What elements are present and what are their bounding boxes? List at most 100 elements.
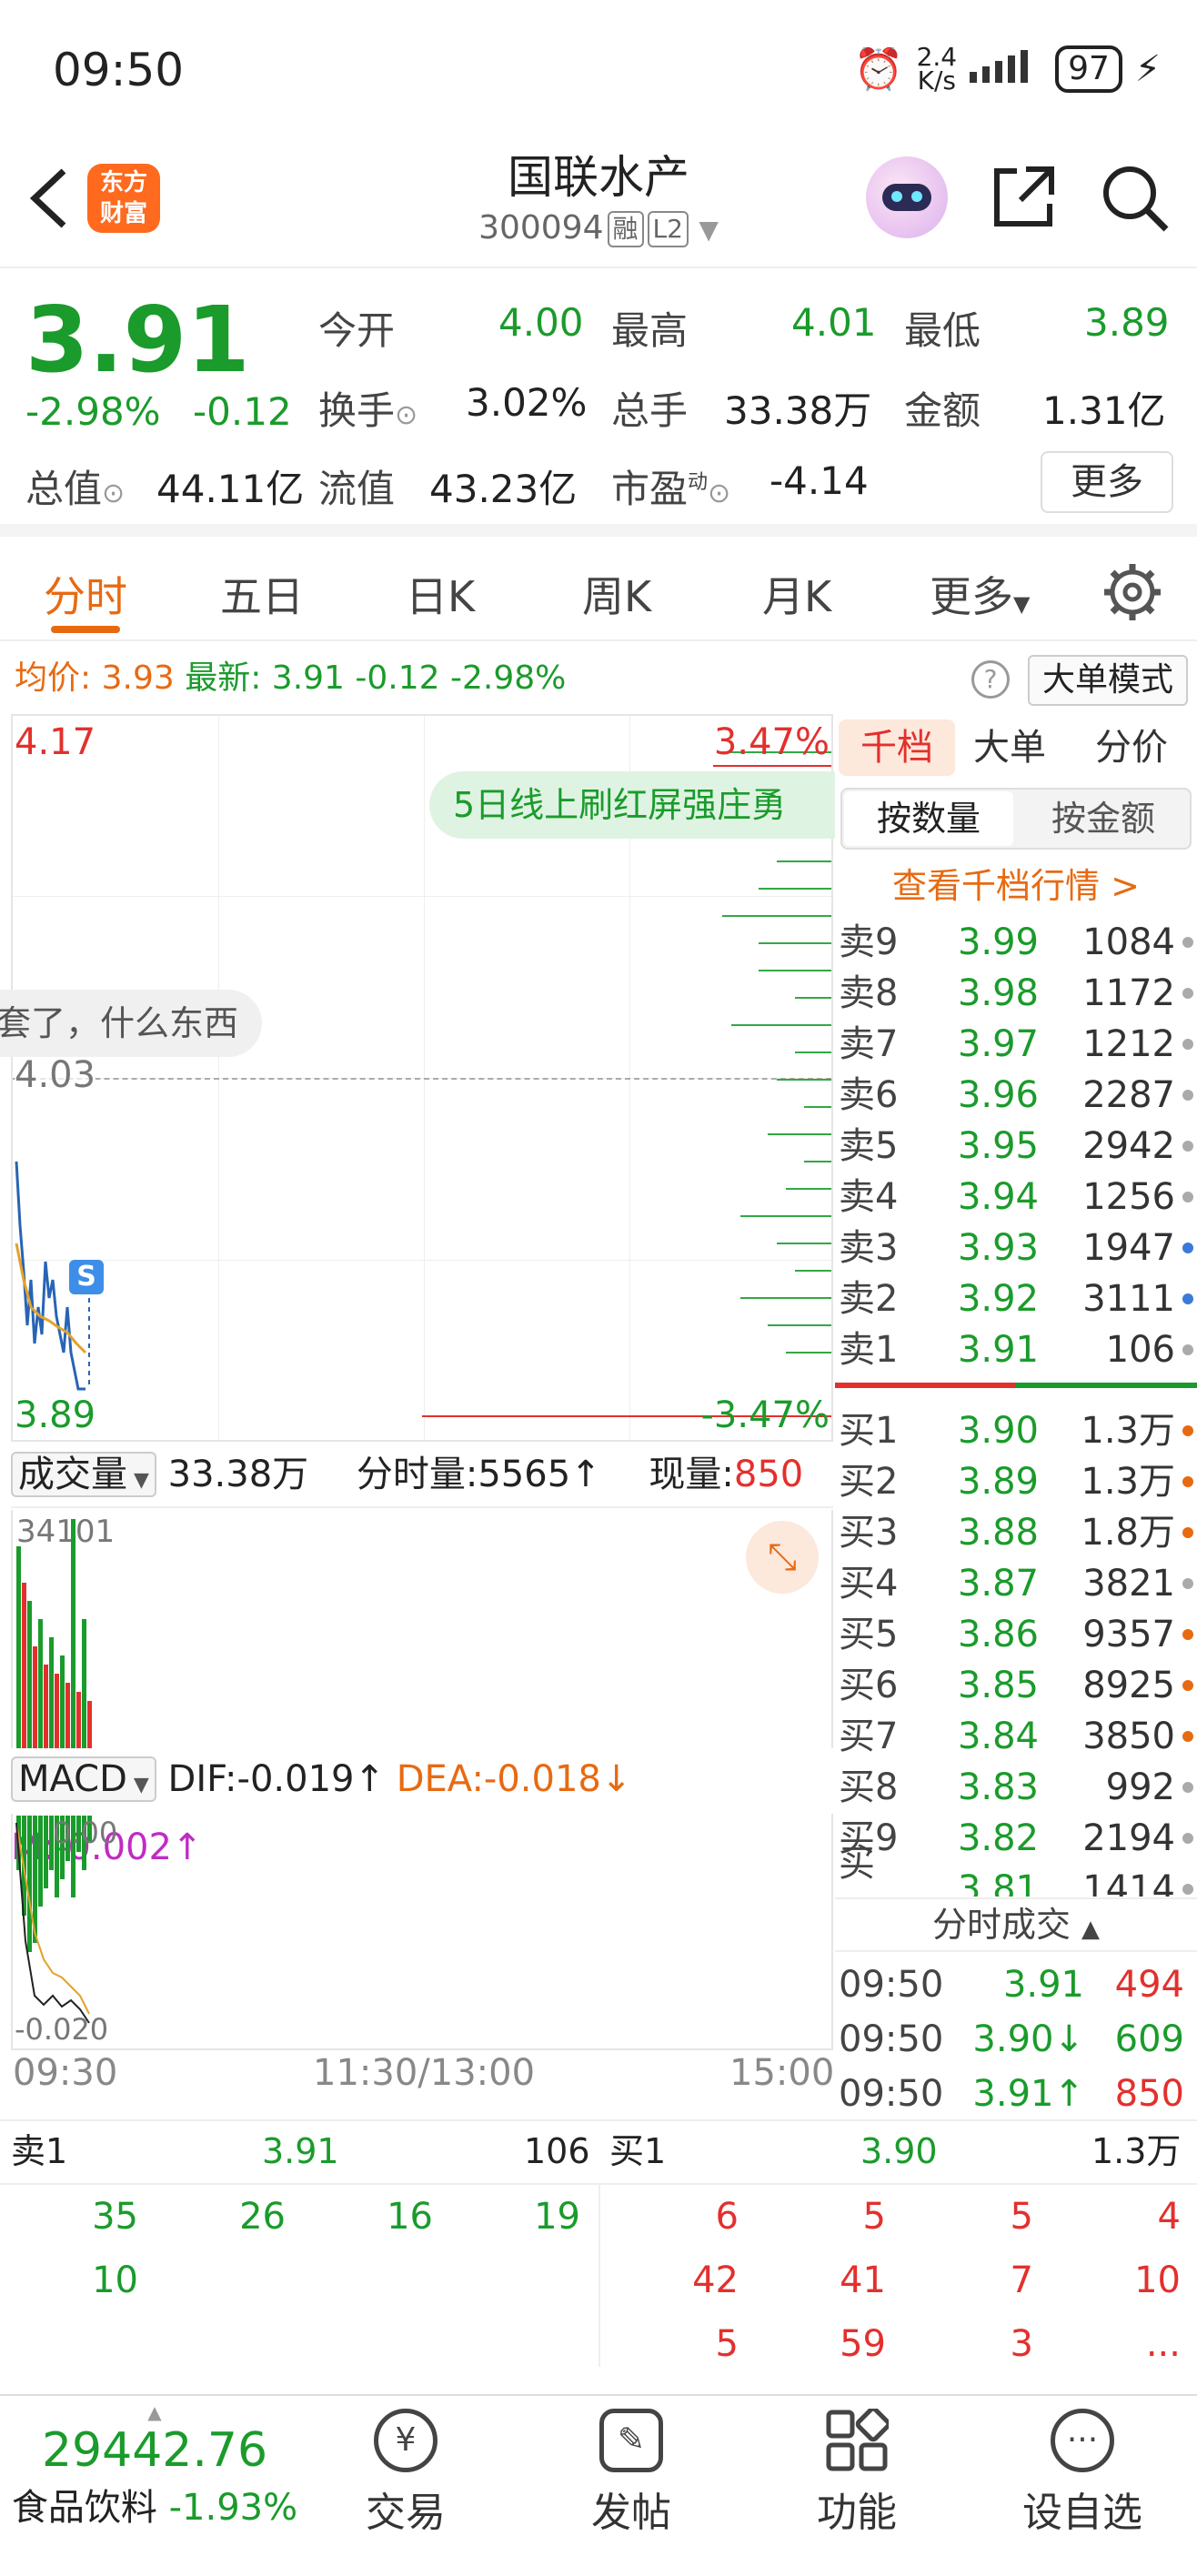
ask-row[interactable]: 卖4 3.94 1256 — [835, 1172, 1197, 1223]
nav-add-watchlist[interactable]: ··· 设自选 — [1010, 2409, 1155, 2538]
volume-label: 总手 — [611, 388, 689, 433]
margin-tag: 融 — [607, 211, 644, 247]
tick-list-title[interactable]: 分时成交 ▲ — [835, 1897, 1197, 1952]
tab-intraday[interactable]: 分时 — [44, 564, 127, 624]
ask-row[interactable]: 卖3 3.93 1947 — [835, 1223, 1197, 1273]
ask-row[interactable]: 卖1 3.91 106 — [835, 1324, 1197, 1375]
search-icon[interactable] — [1099, 162, 1172, 235]
nav-trade[interactable]: ¥ 交易 — [342, 2409, 469, 2538]
ask-price: 3.91 — [957, 1329, 1039, 1371]
tick-row: 09:50 3.90↓ 609 — [835, 2012, 1197, 2067]
depth-tab-price[interactable]: 分价 — [1095, 714, 1168, 781]
order-dot-icon — [1182, 1731, 1193, 1742]
amount-value: 1.31亿 — [1042, 388, 1166, 433]
bid-row[interactable]: 买1 3.90 1.3万 — [835, 1405, 1197, 1456]
tab-five-day[interactable]: 五日 — [220, 564, 304, 624]
order-dot-icon — [1182, 1884, 1193, 1895]
bid-row[interactable]: 买7 3.84 3850 — [835, 1711, 1197, 1762]
tab-monthly-k[interactable]: 月K — [762, 564, 831, 624]
queue-order-item: 10 — [92, 2259, 138, 2301]
caret-down-icon: ▼ — [127, 1469, 149, 1492]
ask-row[interactable]: 卖5 3.95 2942 — [835, 1121, 1197, 1172]
stock-code: 300094 — [478, 209, 604, 247]
pe-label[interactable]: 市盈动⊙ — [611, 458, 730, 514]
ask-row[interactable]: 卖2 3.92 3111 — [835, 1273, 1197, 1324]
share-icon[interactable] — [990, 162, 1059, 231]
nav-post[interactable]: ✎ 发帖 — [568, 2409, 695, 2538]
turnover-label[interactable]: 换手⊙ — [318, 380, 417, 436]
queue-buy-label: 买1 — [609, 2131, 667, 2171]
ask-level-label: 卖9 — [839, 921, 899, 963]
tick-row: 09:50 3.91↑ 850 — [835, 2067, 1197, 2121]
bid-row[interactable]: 买5 3.86 9357 — [835, 1609, 1197, 1660]
pe-sup: 动 — [688, 471, 709, 494]
expand-icon[interactable]: ⤡ — [746, 1521, 819, 1594]
latest-label: 最新: — [185, 659, 262, 697]
by-amount-tab[interactable]: 按金额 — [1017, 791, 1190, 846]
level2-tag: L2 — [647, 211, 689, 247]
ask-row[interactable]: 卖7 3.97 1212 — [835, 1019, 1197, 1070]
now-volume-label: 现量: — [649, 1454, 734, 1495]
volume-total: 33.38万 — [167, 1454, 309, 1495]
bid-price: 3.87 — [957, 1563, 1039, 1605]
avg-value: 3.93 — [101, 659, 175, 697]
mktcap-value: 44.11亿 — [156, 467, 305, 511]
view-depth-link[interactable]: 查看千档行情 > — [835, 860, 1197, 911]
ask-volume: 1212 — [1082, 1023, 1175, 1065]
queue-sell-label: 卖1 — [11, 2131, 68, 2171]
tab-weekly-k[interactable]: 周K — [582, 564, 651, 624]
yuan-refresh-icon: ¥ — [374, 2409, 438, 2472]
bid-row[interactable]: 买3 3.88 1.8万 — [835, 1507, 1197, 1558]
nav-functions[interactable]: 功能 — [793, 2406, 920, 2538]
queue-sell-vol: 106 — [524, 2131, 590, 2171]
comment-bubble[interactable]: 套了，什么东西 — [0, 990, 263, 1057]
volume-indicator-dropdown[interactable]: 成交量 ▼ — [11, 1452, 156, 1497]
queue-order-item: 5 — [715, 2323, 739, 2365]
settings-gear-icon[interactable] — [1102, 562, 1162, 622]
ask-row[interactable]: 卖8 3.98 1172 — [835, 968, 1197, 1019]
bid-row[interactable]: 买6 3.85 8925 — [835, 1660, 1197, 1711]
tick-price: 3.91 — [1002, 1964, 1084, 2006]
ask-list: 卖9 3.99 1084 卖8 3.98 1172 卖7 3.97 1212 卖6 3.96 2287… — [835, 917, 1197, 1375]
by-quantity-tab[interactable]: 按数量 — [844, 791, 1013, 846]
mktcap-label[interactable]: 总值⊙ — [25, 458, 125, 514]
ask-volume: 1172 — [1082, 972, 1175, 1014]
bid-price: 3.85 — [957, 1665, 1039, 1706]
info-icon: ⊙ — [395, 399, 418, 431]
bid-volume: 3821 — [1082, 1563, 1175, 1605]
order-dot-icon — [1182, 1192, 1193, 1202]
depth-tab-thousand[interactable]: 千档 — [839, 719, 955, 776]
big-order-mode-button[interactable]: 大单模式 — [1027, 655, 1188, 706]
order-dot-icon — [1182, 1293, 1193, 1304]
more-quote-button[interactable]: 更多 — [1041, 451, 1173, 513]
queue-buy-vol: 1.3万 — [1091, 2131, 1182, 2171]
latest-chg: -0.12 — [355, 659, 440, 697]
sell-signal-marker[interactable]: S — [69, 1260, 104, 1294]
bid-row[interactable]: 买10 3.81 1414 — [835, 1843, 1197, 1897]
macd-header: MACD ▼ DIF:-0.019↑ DEA:-0.018↓ M:-0.002↑ — [11, 1748, 833, 1868]
order-dot-icon — [1182, 1833, 1193, 1844]
tab-more[interactable]: 更多▼ — [930, 564, 1030, 624]
index-ticker[interactable]: ▲ 29442.76 食品饮料 -1.93% — [0, 2401, 309, 2565]
bid-level-label: 买6 — [839, 1665, 899, 1706]
macd-label: MACD — [18, 1758, 127, 1800]
tab-daily-k[interactable]: 日K — [406, 564, 475, 624]
comment-bubble[interactable]: 5日线上刷红屏强庄勇 — [429, 771, 835, 839]
help-icon[interactable]: ? — [971, 660, 1010, 699]
bid-row[interactable]: 买2 3.89 1.3万 — [835, 1456, 1197, 1507]
order-dot-icon — [1182, 1090, 1193, 1101]
ask-row[interactable]: 卖6 3.96 2287 — [835, 1070, 1197, 1121]
caret-down-icon: ▼ — [1013, 591, 1031, 617]
ask-row[interactable]: 卖9 3.99 1084 — [835, 917, 1197, 968]
index-value: 29442.76 — [41, 2423, 268, 2478]
bid-volume: 9357 — [1082, 1614, 1175, 1655]
ask-volume: 1084 — [1082, 921, 1175, 963]
macd-indicator-dropdown[interactable]: MACD ▼ — [11, 1756, 156, 1802]
robot-assistant-icon[interactable] — [866, 156, 948, 238]
depth-tab-big-order[interactable]: 大单 — [973, 714, 1046, 781]
order-dot-icon — [1182, 1578, 1193, 1589]
bid-row[interactable]: 买8 3.83 992 — [835, 1762, 1197, 1813]
ask-price: 3.92 — [957, 1278, 1039, 1320]
bid-row[interactable]: 买4 3.87 3821 — [835, 1558, 1197, 1609]
time-mid: 11:30/13:00 — [313, 2052, 536, 2094]
